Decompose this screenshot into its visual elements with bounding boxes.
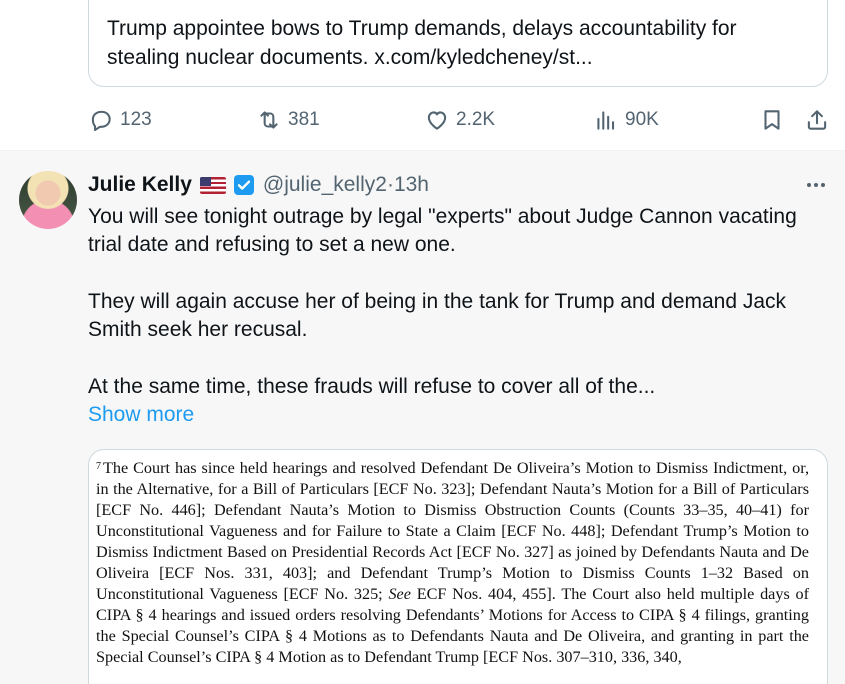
timestamp[interactable]: 13h xyxy=(394,173,429,197)
separator-dot: · xyxy=(386,173,394,196)
author-name[interactable]: Julie Kelly xyxy=(88,173,192,197)
more-options-button[interactable] xyxy=(802,173,830,197)
footnote-text-part: The Court has since held hearings and re… xyxy=(96,459,809,603)
us-flag-icon xyxy=(199,176,226,194)
tweet-paragraph: You will see tonight outrage by legal "e… xyxy=(88,205,797,256)
repost-button[interactable]: 381 xyxy=(256,104,320,136)
tweet[interactable]: Julie Kelly @julie_kelly2 · 13h You will… xyxy=(0,150,845,684)
share-icon xyxy=(807,110,827,130)
more-dot-icon xyxy=(821,183,825,187)
verified-badge-icon xyxy=(233,175,254,195)
bookmark-icon xyxy=(764,110,780,130)
footnote-see-signal: See xyxy=(388,585,411,603)
author-handle[interactable]: @julie_kelly2 xyxy=(263,173,387,197)
heart-icon xyxy=(427,111,447,130)
more-dot-icon xyxy=(814,183,818,187)
tweet-text: You will see tonight outrage by legal "e… xyxy=(88,203,836,401)
views-button[interactable]: 90K xyxy=(593,104,659,136)
quoted-tweet-card[interactable]: Trump appointee bows to Trump demands, d… xyxy=(88,0,828,87)
reply-icon xyxy=(91,110,111,132)
more-dot-icon xyxy=(807,183,811,187)
views-chart-icon xyxy=(597,111,615,130)
footnote-number: 7 xyxy=(96,461,101,472)
reply-count: 123 xyxy=(120,109,152,130)
like-button[interactable]: 2.2K xyxy=(424,104,495,136)
share-button[interactable] xyxy=(804,104,830,136)
tweet-header: Julie Kelly @julie_kelly2 · 13h xyxy=(88,171,429,199)
reply-button[interactable]: 123 xyxy=(88,104,152,136)
like-count: 2.2K xyxy=(456,109,496,130)
tweet-action-bar: 123 381 2.2K 90K xyxy=(88,104,830,136)
bookmark-button[interactable] xyxy=(759,104,785,136)
repost-icon xyxy=(260,111,278,129)
quoted-tweet-text: Trump appointee bows to Trump demands, d… xyxy=(107,17,737,69)
tweet-paragraph: They will again accuse her of being in t… xyxy=(88,290,787,341)
avatar[interactable] xyxy=(19,171,77,229)
views-count: 90K xyxy=(625,109,659,130)
show-more-link[interactable]: Show more xyxy=(88,403,194,427)
repost-count: 381 xyxy=(288,109,320,130)
tweet-paragraph: At the same time, these frauds will refu… xyxy=(88,375,656,398)
attached-document-image[interactable]: 7 The Court has since held hearings and r… xyxy=(88,449,828,684)
previous-tweet: Trump appointee bows to Trump demands, d… xyxy=(0,0,845,150)
court-footnote-text: 7 The Court has since held hearings and r… xyxy=(96,458,809,668)
